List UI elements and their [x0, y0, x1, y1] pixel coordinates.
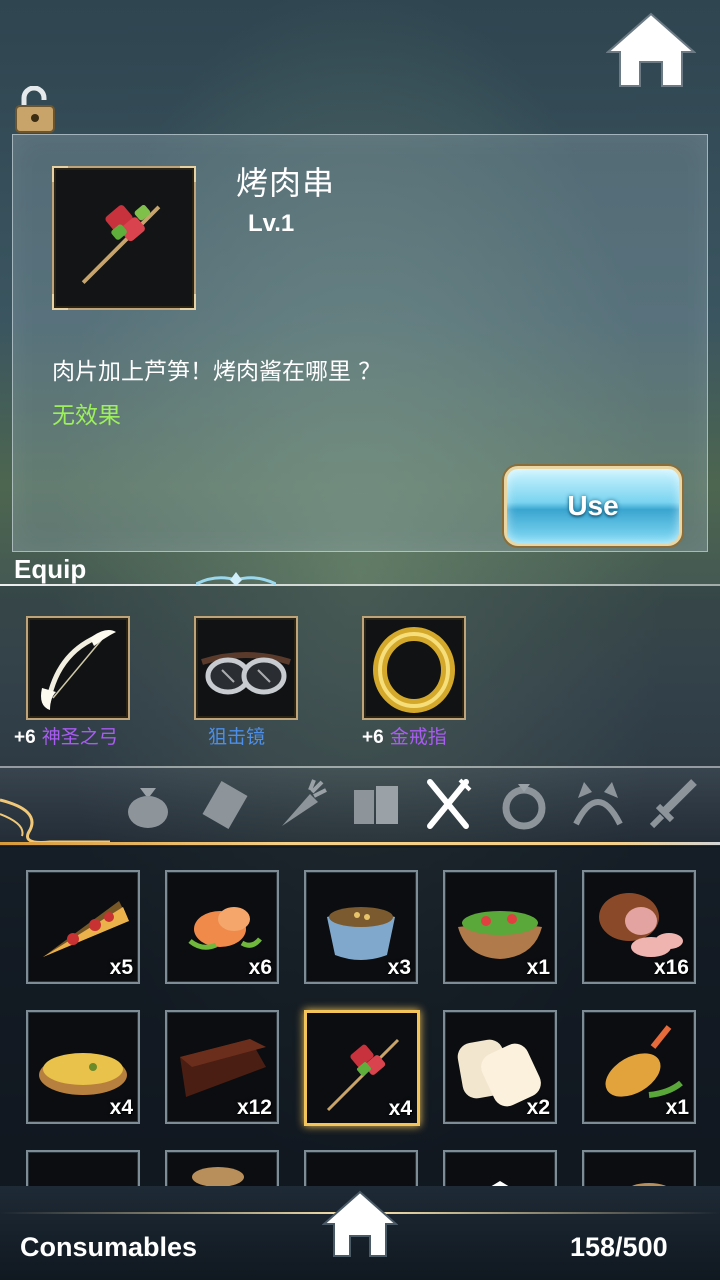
category-title: Consumables [20, 1232, 198, 1262]
goggles-icon [201, 652, 291, 695]
item-quantity: x4 [388, 1097, 412, 1120]
inventory-slot[interactable]: x1 [443, 870, 557, 984]
equip-plus: +6 [14, 727, 36, 748]
inventory-slot[interactable] [443, 1150, 557, 1186]
divider [0, 584, 720, 586]
item-effect: 无效果 [52, 403, 121, 429]
inventory-slot[interactable] [304, 1150, 418, 1186]
item-quantity: x3 [387, 956, 411, 979]
equip-label-goggles: 狙击镜 [208, 722, 265, 749]
equip-slot-ring[interactable] [362, 616, 466, 720]
item-icon [491, 1181, 509, 1186]
home-icon [321, 1190, 399, 1257]
inventory-grid: x5 x6 x3 x1 x16 x4 x12 x4 x2 x1 [0, 846, 720, 1186]
fork-knife-icon [427, 778, 472, 829]
item-quantity: x5 [109, 956, 133, 979]
inventory-slot-selected[interactable]: x4 [304, 1010, 420, 1126]
selected-item-frame [52, 166, 196, 310]
inventory-slot[interactable]: x16 [582, 870, 696, 984]
tab-bag[interactable] [120, 776, 176, 832]
equip-name: 狙击镜 [208, 726, 266, 748]
inventory-slot[interactable]: x6 [165, 870, 279, 984]
carrot-icon [282, 779, 327, 826]
item-quantity: x1 [526, 956, 550, 979]
meat-skewer-icon [81, 205, 161, 285]
item-name: 烤肉串 [236, 164, 336, 202]
equip-label-bow: +6 神圣之弓 [14, 722, 118, 749]
ornament-icon [196, 572, 276, 586]
equip-name: 神圣之弓 [41, 726, 118, 748]
item-quantity: x4 [109, 1096, 133, 1119]
home-icon [605, 12, 697, 87]
bread-bag-icon [192, 1167, 244, 1186]
tab-divider [0, 842, 720, 845]
equip-slot-bow[interactable] [26, 616, 130, 720]
cat-ears-icon [573, 782, 623, 826]
item-quantity: x6 [248, 956, 272, 979]
inventory-slot[interactable]: x3 [304, 870, 418, 984]
equip-slot-goggles[interactable] [194, 616, 298, 720]
sword-icon [649, 779, 697, 829]
tab-books[interactable] [348, 776, 404, 832]
equip-name: 金戒指 [389, 726, 447, 748]
tab-material[interactable] [272, 776, 328, 832]
inventory-slot[interactable]: x12 [165, 1010, 279, 1124]
tab-consumables[interactable] [420, 776, 476, 832]
item-quantity: x16 [653, 956, 689, 979]
item-quantity: x2 [526, 1096, 550, 1119]
item-icon [631, 1183, 667, 1186]
inventory-slot[interactable]: x1 [582, 1010, 696, 1124]
inventory-slot[interactable]: x2 [443, 1010, 557, 1124]
unlock-icon [15, 85, 55, 133]
tab-weapon[interactable] [646, 776, 702, 832]
item-description: 肉片加上芦笋！烤肉酱在哪里 ？ [52, 359, 382, 385]
item-quantity: x1 [665, 1096, 689, 1119]
tab-scroll[interactable] [198, 776, 254, 832]
equip-label-ring: +6 金戒指 [362, 722, 447, 749]
ring-icon [502, 784, 546, 830]
holy-bow-icon [41, 630, 116, 710]
inventory-capacity: 158/500 [570, 1232, 668, 1262]
inventory-slot[interactable] [582, 1150, 696, 1186]
item-quantity: x12 [236, 1096, 272, 1119]
books-icon [354, 786, 398, 824]
tab-ring[interactable] [496, 776, 552, 832]
tab-headgear[interactable] [570, 776, 626, 832]
bag-icon [128, 788, 168, 828]
scroll-icon [202, 781, 248, 829]
home-button-bottom[interactable] [321, 1190, 399, 1260]
gold-ring-icon [373, 627, 455, 713]
swirl-ornament-icon [0, 798, 110, 844]
inventory-slot[interactable]: x4 [26, 1010, 140, 1124]
item-level: Lv.1 [248, 210, 295, 237]
unlock-button[interactable] [14, 85, 56, 134]
use-button[interactable]: Use [504, 466, 682, 546]
inventory-slot[interactable] [26, 1150, 140, 1186]
inventory-slot[interactable]: x5 [26, 870, 140, 984]
equip-title: Equip [14, 554, 87, 584]
equip-plus: +6 [362, 727, 384, 748]
item-icon [33, 1157, 133, 1186]
home-button[interactable] [605, 12, 697, 88]
inventory-slot[interactable] [165, 1150, 279, 1186]
